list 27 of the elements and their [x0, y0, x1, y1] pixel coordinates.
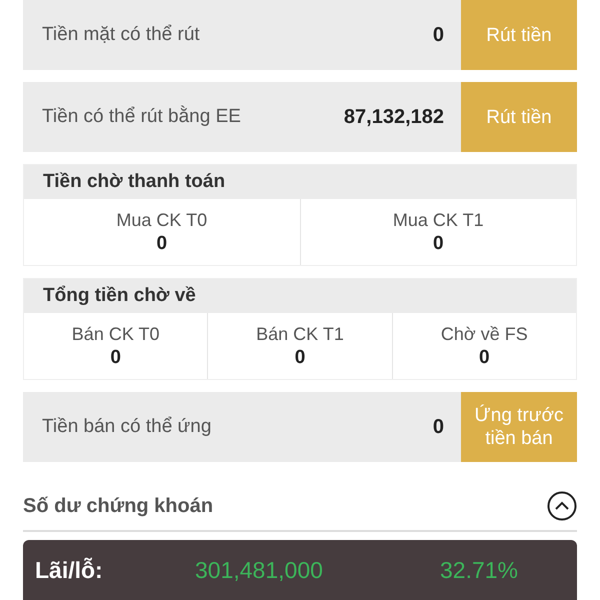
withdraw-button[interactable]: Ứng trước tiền bán [461, 392, 577, 462]
cell-label: Bán CK T1 [256, 323, 344, 346]
cell-value: 0 [110, 346, 121, 369]
cell-label: Chờ về FS [440, 323, 528, 346]
row-value: 0 [432, 23, 445, 48]
cell-label: Bán CK T0 [72, 323, 160, 346]
row-value: 0 [432, 415, 445, 440]
withdraw-button[interactable]: Rút tiền [461, 0, 577, 70]
group-title: Tổng tiền chờ về [24, 279, 576, 313]
section-header[interactable]: Số dư chứng khoán [23, 482, 577, 532]
row-label: Tiền bán có thể ứng [41, 414, 212, 439]
cell-value: 0 [479, 346, 490, 369]
cell-label: Mua CK T1 [392, 209, 484, 232]
cell-value: 0 [156, 232, 168, 255]
pl-percent: 32.71% [440, 556, 518, 585]
withdraw-button[interactable]: Rút tiền [461, 82, 577, 152]
row-label: Tiền có thể rút bằng EE [41, 104, 242, 129]
cell-value: 0 [432, 232, 444, 255]
pl-label: Lãi/lỗ: [35, 556, 104, 585]
cell-value: 0 [294, 346, 306, 369]
row-value: 87,132,182 [344, 105, 445, 130]
cell-label: Mua CK T0 [116, 209, 208, 232]
group-title: Tiền chờ thanh toán [24, 165, 576, 199]
section-title: Số dư chứng khoán [23, 494, 214, 519]
collapse-icon[interactable] [547, 491, 577, 521]
row-label: Tiền mặt có thể rút [41, 22, 201, 47]
pl-amount: 301,481,000 [195, 556, 324, 585]
